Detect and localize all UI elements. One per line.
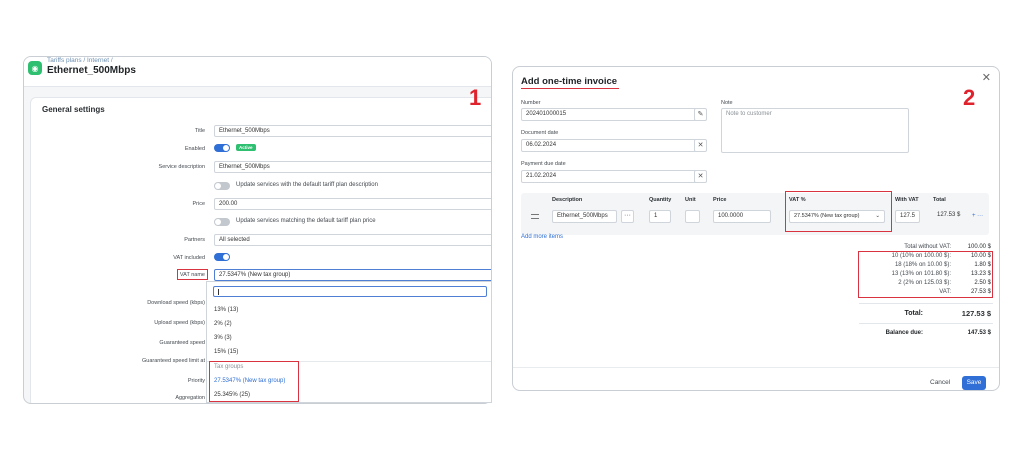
document-date-input[interactable]: 06.02.2024 (521, 139, 700, 152)
vat-column-highlight (785, 191, 892, 232)
item-description-input[interactable]: Ethernet_500Mbps (552, 210, 617, 223)
callout-number-2: 2 (963, 85, 976, 110)
title-underline (521, 88, 619, 89)
col-quantity: Quantity (649, 197, 672, 203)
payment-due-input[interactable]: 21.02.2024 (521, 170, 700, 183)
vat-included-label: VAT included (173, 255, 205, 261)
upload-speed-label: Upload speed (kbps) (154, 320, 205, 326)
cancel-button[interactable]: Cancel (930, 379, 950, 386)
guaranteed-speed-label: Guaranteed speed (159, 340, 205, 346)
section-title: General settings (42, 105, 105, 114)
col-description: Description (552, 197, 583, 203)
update-description-toggle[interactable] (214, 182, 230, 190)
payment-due-label: Payment due date (521, 161, 566, 167)
items-table: Description Quantity Unit Price VAT % Wi… (521, 191, 989, 235)
vat-included-toggle[interactable] (214, 253, 230, 261)
number-label: Number (521, 100, 541, 106)
item-total-value: 127.53 $ (937, 212, 961, 218)
vat-name-select[interactable]: 27.5347% (New tax group) (214, 269, 491, 281)
dialog-title: Add one-time invoice (521, 76, 618, 87)
note-placeholder: Note to customer (726, 111, 772, 117)
partners-label: Partners (184, 237, 205, 243)
enabled-toggle[interactable] (214, 144, 230, 152)
balance-due-value: 147.53 $ (967, 330, 991, 336)
total-value: 127.53 $ (961, 309, 991, 318)
priority-label: Priority (187, 378, 205, 384)
more-icon[interactable]: ··· (621, 210, 634, 223)
col-price: Price (713, 197, 727, 203)
item-quantity-input[interactable]: 1 (649, 210, 671, 223)
col-total: Total (933, 197, 946, 203)
title-input[interactable]: Ethernet_500Mbps (214, 125, 491, 137)
tax-groups-highlight (209, 361, 299, 402)
vat-breakdown-highlight (858, 251, 993, 298)
drag-handle-icon[interactable] (531, 214, 539, 219)
dropdown-option[interactable]: 2% (2) (214, 321, 232, 327)
total-label: Total: (904, 310, 923, 317)
item-with-vat-input[interactable]: 127.5 (895, 210, 920, 223)
note-label: Note (721, 100, 733, 106)
clear-icon[interactable]: ✕ (694, 170, 707, 183)
status-badge: Active (236, 144, 256, 151)
dropdown-option[interactable]: 3% (3) (214, 335, 232, 341)
note-textarea[interactable]: Note to customer (721, 108, 909, 153)
dropdown-option[interactable]: 13% (13) (214, 307, 238, 313)
total-without-vat-value: 100.00 $ (967, 244, 991, 250)
summary-divider (859, 323, 993, 324)
price-input[interactable]: 200.00 (214, 198, 491, 210)
close-icon[interactable]: ✕ (982, 71, 991, 84)
document-date-label: Document date (521, 130, 559, 136)
invoice-dialog: Add one-time invoice ✕ 2 Number 20240100… (512, 66, 1000, 391)
dropdown-option[interactable]: 15% (15) (214, 349, 238, 355)
service-description-input[interactable]: Ethernet_500Mbps (214, 161, 491, 173)
page-title: Ethernet_500Mbps (47, 65, 136, 76)
col-with-vat: With VAT (895, 197, 919, 203)
vat-name-highlight (177, 269, 208, 280)
vat-name-dropdown: 13% (13) 2% (2) 3% (3) 15% (15) Tax grou… (206, 281, 492, 403)
summary-divider (859, 303, 993, 304)
update-description-label: Update services with the default tariff … (236, 182, 378, 188)
item-price-input[interactable]: 100.0000 (713, 210, 771, 223)
price-label: Price (192, 201, 205, 207)
add-row-icon[interactable]: + ··· (972, 213, 983, 219)
page-header: ◉ Tariffs plans / Internet / Ethernet_50… (24, 57, 491, 87)
dropdown-search-input[interactable] (213, 286, 487, 297)
enabled-label: Enabled (184, 146, 205, 152)
service-description-label: Service description (158, 164, 205, 170)
item-unit-input[interactable] (685, 210, 700, 223)
update-price-toggle[interactable] (214, 218, 230, 226)
download-speed-label: Download speed (kbps) (147, 300, 205, 306)
col-unit: Unit (685, 197, 696, 203)
total-without-vat-label: Total without VAT: (904, 244, 951, 250)
aggregation-label: Aggregation (175, 395, 205, 401)
update-price-label: Update services matching the default tar… (236, 218, 376, 224)
clear-icon[interactable]: ✕ (694, 139, 707, 152)
breadcrumb[interactable]: Tariffs plans / Internet / (47, 57, 113, 64)
add-more-items-link[interactable]: Add more items (521, 234, 563, 240)
partners-select[interactable]: All selected (214, 234, 491, 246)
footer-divider (513, 367, 999, 368)
guaranteed-speed-limit-label: Guaranteed speed limit at (142, 358, 205, 364)
save-button[interactable]: Save (962, 376, 986, 390)
balance-due-label: Balance due: (885, 330, 923, 336)
number-input[interactable]: 202401000015 (521, 108, 700, 121)
app-logo-icon: ◉ (28, 61, 42, 75)
callout-number-1: 1 (469, 85, 482, 110)
magic-wand-icon[interactable]: ✎ (694, 108, 707, 121)
title-label: Title (194, 128, 205, 134)
